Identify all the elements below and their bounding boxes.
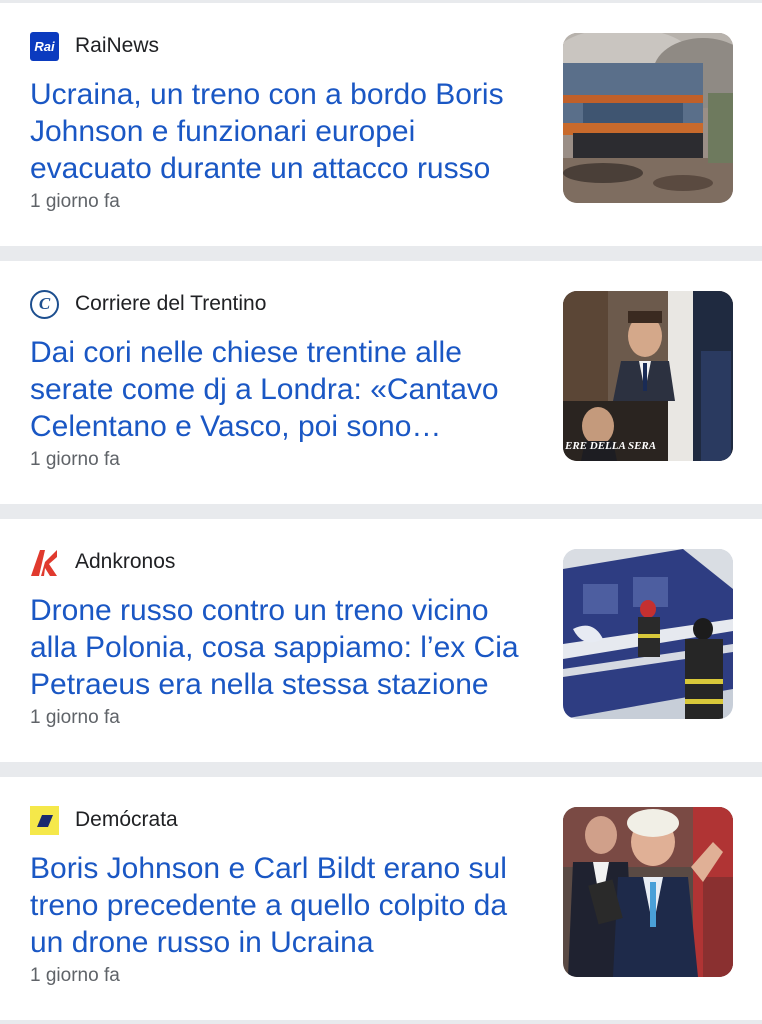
- firefighter-train-photo[interactable]: [563, 549, 733, 719]
- burning-train-photo[interactable]: [563, 33, 733, 203]
- adnkronos-logo-icon: [30, 548, 59, 577]
- source-row: C Corriere del Trentino: [30, 289, 266, 319]
- source-row: Rai RaiNews: [30, 31, 159, 61]
- source-name[interactable]: RaiNews: [75, 34, 159, 58]
- news-card-corriere[interactable]: C Corriere del Trentino Dai cori nelle c…: [0, 261, 762, 504]
- news-feed: Rai RaiNews Ucraina, un treno con a bord…: [0, 0, 762, 1024]
- headline-link[interactable]: Ucraina, un treno con a bordo Boris John…: [30, 76, 530, 187]
- rai-logo-icon: Rai: [30, 31, 59, 61]
- news-card-democrata[interactable]: Demócrata Boris Johnson e Carl Bildt era…: [0, 777, 762, 1020]
- corriere-logo-icon: C: [30, 289, 59, 319]
- source-name[interactable]: Corriere del Trentino: [75, 292, 266, 316]
- source-name[interactable]: Demócrata: [75, 808, 178, 832]
- headline-link[interactable]: Boris Johnson e Carl Bildt erano sul tre…: [30, 850, 530, 961]
- headline-link[interactable]: Dai cori nelle chiese trentine alle sera…: [30, 334, 530, 445]
- man-in-suit-photo[interactable]: ERE DELLA SERA: [563, 291, 733, 461]
- timestamp: 1 giorno fa: [30, 707, 120, 728]
- timestamp: 1 giorno fa: [30, 449, 120, 470]
- democrata-logo-icon: [30, 805, 59, 835]
- timestamp: 1 giorno fa: [30, 965, 120, 986]
- source-name[interactable]: Adnkronos: [75, 550, 175, 574]
- timestamp: 1 giorno fa: [30, 191, 120, 212]
- source-row: Adnkronos: [30, 547, 175, 577]
- boris-johnson-photo[interactable]: [563, 807, 733, 977]
- headline-link[interactable]: Drone russo contro un treno vicino alla …: [30, 592, 530, 703]
- source-row: Demócrata: [30, 805, 178, 835]
- photo-caption: ERE DELLA SERA: [564, 440, 656, 452]
- news-card-adnkronos[interactable]: Adnkronos Drone russo contro un treno vi…: [0, 519, 762, 762]
- news-card-rainews[interactable]: Rai RaiNews Ucraina, un treno con a bord…: [0, 3, 762, 246]
